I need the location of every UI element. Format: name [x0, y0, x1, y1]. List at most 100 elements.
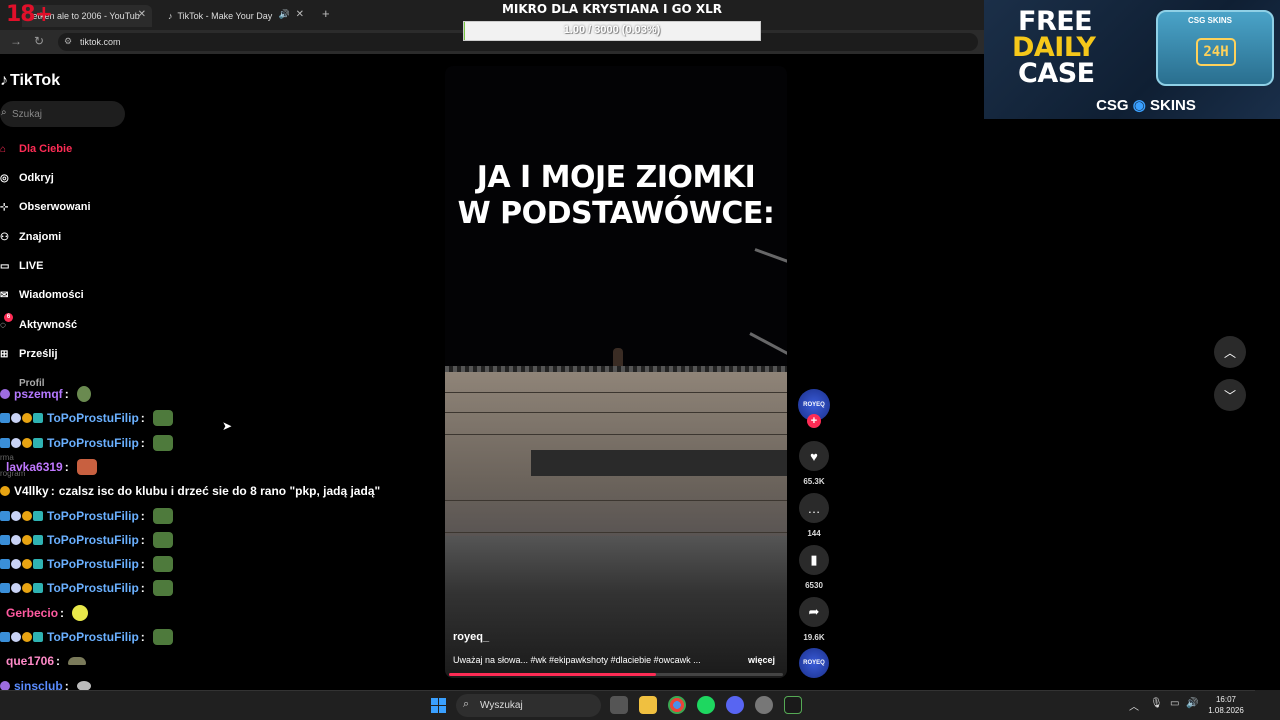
chat-username[interactable]: lavka6319 [6, 460, 63, 474]
sidebar-item-activity[interactable]: ◌ 6 Aktywność [0, 313, 77, 335]
spotify-icon[interactable] [697, 696, 715, 714]
age-rating-badge: 18+ [6, 2, 53, 27]
search-input[interactable]: ⌕ Szukaj [0, 101, 125, 127]
chat-username[interactable]: ToPoProstuFilip [47, 581, 139, 595]
tiktok-tab-icon: ♪ [168, 11, 173, 21]
chat-separator: : [140, 411, 145, 426]
network-icon[interactable]: ▭ [1170, 698, 1179, 709]
notification-badge: 6 [4, 313, 13, 322]
save-action[interactable]: ▮ 6530 [799, 545, 829, 590]
comment-icon[interactable]: … [799, 493, 829, 523]
sidebar-item-explore[interactable]: ◎ Odkryj [0, 168, 54, 188]
upload-icon: ⊞ [0, 348, 9, 360]
chat-emote-icon [68, 657, 87, 666]
microphone-icon[interactable]: 🎙 [1150, 698, 1163, 709]
sidebar-item-friends[interactable]: ⚇ Znajomi [0, 227, 61, 247]
case-image: CSG SKINS 24H [1156, 10, 1274, 86]
reload-icon[interactable]: ↻ [34, 34, 44, 48]
chat-username[interactable]: ToPoProstuFilip [47, 436, 139, 450]
site-info-icon[interactable]: ⚙ [64, 36, 72, 47]
speaker-icon[interactable]: 🔊 [279, 9, 290, 20]
chat-username[interactable]: ToPoProstuFilip [47, 533, 139, 547]
chat-username[interactable]: ToPoProstuFilip [47, 411, 139, 425]
csgoskins-ad[interactable]: FREE DAILY CASE CSG SKINS 24H CSG ◉ SKIN… [984, 0, 1280, 119]
chat-separator: : [140, 581, 145, 596]
caption-line-1: JA I MOJE ZIOMKI [476, 160, 756, 195]
goal-progress-bar: 1.00 / 3000 (0.03%) [463, 21, 761, 41]
forward-icon[interactable]: → [10, 34, 22, 48]
logo-text: TikTok [10, 72, 61, 89]
app-icon[interactable] [755, 696, 773, 714]
chat-separator: : [50, 484, 55, 499]
taskbar-search[interactable]: ⌕ Wyszukaj [456, 694, 601, 717]
tiktok-logo[interactable]: ♪ TikTok [0, 72, 60, 90]
sidebar-item-messages[interactable]: ✉ Wiadomości [0, 285, 84, 305]
heart-icon[interactable]: ♥ [799, 441, 829, 471]
close-icon[interactable]: ✕ [138, 9, 146, 20]
sidebar-item-live[interactable]: ▭ LIVE [0, 256, 43, 276]
chevron-up-icon: ︿ [1223, 345, 1236, 360]
previous-video-button[interactable]: ︿ [1214, 336, 1246, 368]
follow-icon: ⊹ [0, 201, 9, 213]
facade-line [445, 434, 787, 435]
bookmark-icon[interactable]: ▮ [799, 545, 829, 575]
share-action[interactable]: ➦ 19.6K [799, 597, 829, 642]
brand-left: CSG [1096, 97, 1129, 114]
chat-badge-icon [22, 534, 32, 545]
chat-badge-icon [0, 437, 10, 448]
close-icon[interactable]: ✕ [296, 9, 304, 20]
chat-username[interactable]: V4llky [14, 484, 49, 498]
windows-start-icon[interactable] [431, 698, 446, 713]
chat-emote-icon [152, 556, 173, 573]
chat-badge-icon [0, 510, 10, 521]
video-progress-bar[interactable] [449, 673, 783, 676]
tray-overflow-icon[interactable]: ︿ [1129, 698, 1139, 713]
chat-badge-icon [33, 413, 43, 424]
terminal-icon[interactable] [784, 696, 802, 714]
chat-message: V4llky: czalsz isc do klubu i drzeć sie d… [0, 480, 380, 502]
share-icon[interactable]: ➦ [799, 597, 829, 627]
comment-action[interactable]: … 144 [799, 493, 829, 538]
share-count: 19.6K [803, 633, 825, 642]
discord-icon[interactable] [726, 696, 744, 714]
tab-tiktok[interactable]: ♪ TikTok - Make Your Day 🔊 ✕ [160, 5, 310, 27]
sidebar-item-following[interactable]: ⊹ Obserwowani [0, 197, 91, 217]
chat-emote-icon [152, 580, 173, 597]
chat-message: que1706: [0, 650, 87, 672]
task-view-icon[interactable] [610, 696, 628, 714]
chat-badge-icon [22, 413, 32, 424]
volume-icon[interactable]: 🔊 [1186, 698, 1198, 709]
like-action[interactable]: ♥ 65.3K [799, 441, 829, 486]
more-button[interactable]: więcej [748, 655, 775, 665]
chat-username[interactable]: ToPoProstuFilip [47, 630, 139, 644]
video-author[interactable]: royeq_ [453, 631, 489, 643]
sidebar-item-for-you[interactable]: ⌂ Dla Ciebie [0, 139, 72, 159]
chat-badge-icon [33, 559, 43, 570]
chrome-icon[interactable] [668, 696, 686, 714]
chat-separator: : [140, 508, 145, 523]
file-explorer-icon[interactable] [639, 696, 657, 714]
chat-badge-icon [0, 583, 10, 594]
chat-badge-icon [0, 413, 10, 424]
follow-button[interactable]: + [807, 414, 821, 428]
chat-username[interactable]: pszemqf [14, 387, 63, 401]
video-player[interactable]: JA I MOJE ZIOMKI W PODSTAWÓWCE: royeq_ U… [445, 66, 787, 678]
chat-badge-icon [22, 437, 32, 448]
chat-username[interactable]: Gerbecio [6, 606, 58, 620]
chat-username[interactable]: ToPoProstuFilip [47, 557, 139, 571]
sidebar-item-upload[interactable]: ⊞ Prześlij [0, 344, 58, 364]
new-tab-button[interactable]: + [322, 6, 330, 21]
sound-avatar[interactable]: ROYEQ [799, 648, 829, 678]
chat-message: Gerbecio: [0, 602, 89, 624]
facade-line [445, 532, 787, 533]
chat-username[interactable]: ToPoProstuFilip [47, 509, 139, 523]
chat-badge-icon [33, 583, 43, 594]
system-clock[interactable]: 16:07 1.08.2026 [1202, 694, 1250, 716]
chat-emote-icon [152, 531, 173, 548]
facade-line [445, 392, 787, 393]
chat-username[interactable]: que1706 [6, 654, 54, 668]
next-video-button[interactable]: ﹀ [1214, 379, 1246, 411]
chat-message: lavka6319: [0, 456, 97, 478]
chat-badge-icon [22, 632, 32, 642]
chat-badge-icon [33, 437, 43, 448]
